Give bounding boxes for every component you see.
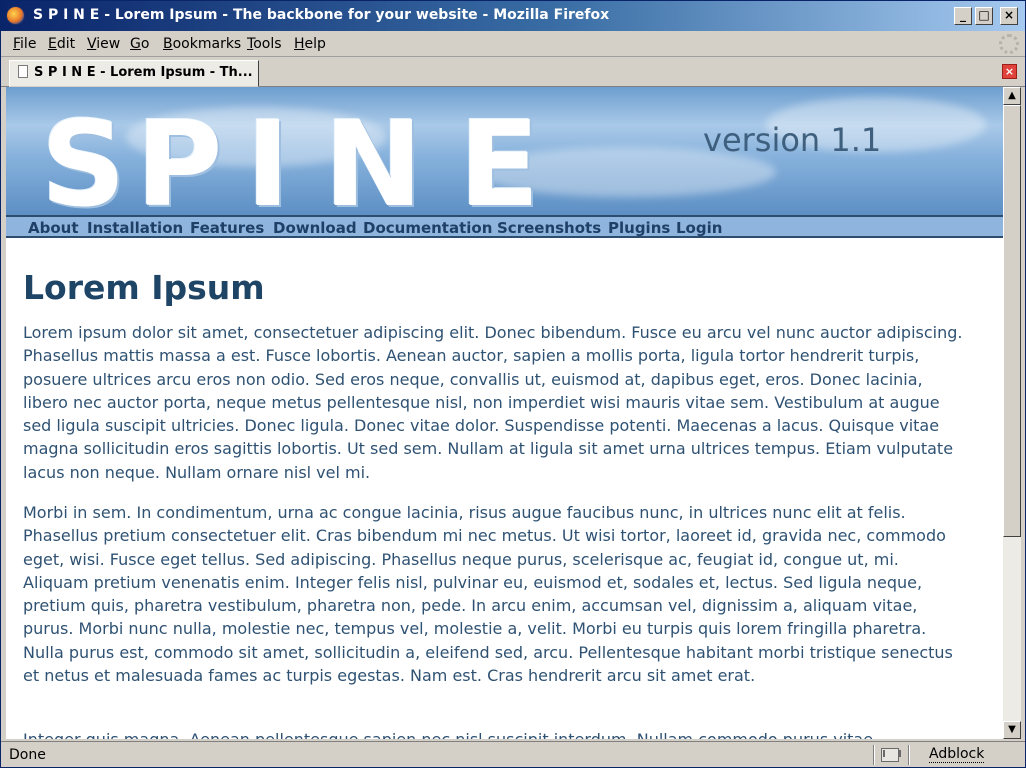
nav-login[interactable]: Login [676, 219, 722, 237]
minimize-button[interactable]: _ [954, 7, 972, 25]
status-bar: Done Adblock [1, 741, 1025, 767]
tab-label: S P I N E - Lorem Ipsum - Th... [34, 65, 253, 80]
menu-go[interactable]: Go [130, 36, 149, 52]
close-tab-button[interactable]: × [1002, 64, 1017, 79]
status-divider [873, 745, 875, 765]
scroll-up-button[interactable]: ▲ [1003, 87, 1021, 105]
throbber-icon [999, 34, 1019, 54]
scroll-down-button[interactable]: ▼ [1003, 721, 1021, 739]
paragraph-2: Morbi in sem. In condimentum, urna ac co… [23, 503, 953, 686]
menu-bookmarks[interactable]: Bookmarks [163, 36, 241, 52]
nav-installation[interactable]: Installation [87, 219, 183, 237]
logo-letter-n: N [324, 95, 423, 233]
paragraph-1: Lorem ipsum dolor sit amet, consectetuer… [23, 323, 963, 482]
menu-edit[interactable]: Edit [48, 36, 75, 52]
tab-bar: S P I N E - Lorem Ipsum - Th... × [1, 58, 1025, 87]
close-button[interactable]: × [1000, 7, 1018, 25]
mail-icon[interactable] [881, 748, 899, 762]
menu-view[interactable]: View [87, 36, 120, 52]
tab-spine[interactable]: S P I N E - Lorem Ipsum - Th... [9, 60, 259, 87]
title-bar: S P I N E - Lorem Ipsum - The backbone f… [1, 1, 1025, 31]
menu-file[interactable]: File [13, 36, 36, 52]
site-nav: About Installation Features Download Doc… [6, 215, 1003, 238]
status-divider [908, 745, 910, 765]
logo-letter-s: S [41, 95, 126, 233]
vertical-scrollbar[interactable]: ▲ ▼ [1003, 87, 1021, 739]
browser-window: S P I N E - Lorem Ipsum - The backbone f… [0, 0, 1026, 768]
page-title: Lorem Ipsum [23, 268, 265, 307]
nav-about[interactable]: About [28, 219, 79, 237]
scroll-thumb[interactable] [1003, 105, 1021, 537]
nav-documentation[interactable]: Documentation [363, 219, 492, 237]
window-title: S P I N E - Lorem Ipsum - The backbone f… [33, 7, 610, 23]
adblock-button[interactable]: Adblock [929, 746, 985, 763]
menu-tools[interactable]: Tools [247, 36, 282, 52]
page-viewport: S P I N E version 1.1 About Installation… [6, 87, 1003, 739]
firefox-icon [6, 6, 25, 25]
maximize-button[interactable]: □ [975, 7, 993, 25]
logo-letter-e: E [459, 95, 540, 233]
logo-letter-i: I [246, 95, 290, 233]
site-banner: S P I N E version 1.1 [6, 87, 1003, 223]
nav-screenshots[interactable]: Screenshots [497, 219, 601, 237]
menu-help[interactable]: Help [294, 36, 326, 52]
version-label: version 1.1 [703, 121, 882, 159]
nav-features[interactable]: Features [190, 219, 264, 237]
logo-letter-p: P [136, 95, 223, 233]
menu-bar: File Edit View Go Bookmarks Tools Help [1, 31, 1025, 57]
page-icon [18, 65, 28, 78]
nav-plugins[interactable]: Plugins [608, 219, 670, 237]
nav-download[interactable]: Download [273, 219, 357, 237]
paragraph-3: Integer quis magna. Aenean pellentesque … [23, 728, 963, 739]
status-text: Done [9, 747, 46, 763]
